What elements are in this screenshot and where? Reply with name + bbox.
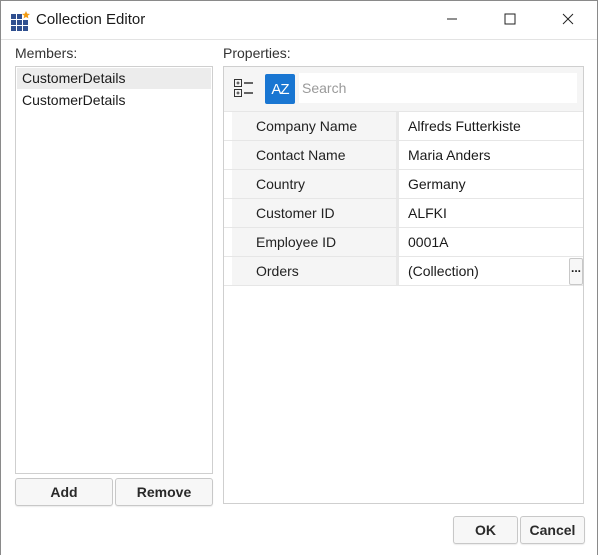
table-row[interactable]: Employee ID 0001A: [224, 228, 583, 257]
remove-button[interactable]: Remove: [115, 478, 213, 506]
row-gutter: [224, 199, 232, 227]
property-value[interactable]: Maria Anders: [402, 141, 583, 169]
table-row[interactable]: Orders (Collection) ...: [224, 257, 583, 286]
categorized-view-icon[interactable]: [233, 77, 255, 99]
property-name: Company Name: [232, 112, 399, 140]
member-item[interactable]: CustomerDetails: [17, 68, 211, 89]
row-gutter: [224, 112, 232, 140]
table-row[interactable]: Contact Name Maria Anders: [224, 141, 583, 170]
window-title: Collection Editor: [36, 11, 146, 28]
table-row[interactable]: Company Name Alfreds Futterkiste: [224, 111, 583, 141]
property-name: Contact Name: [232, 141, 399, 169]
property-name: Employee ID: [232, 228, 399, 256]
collection-value: (Collection): [408, 263, 479, 279]
add-button[interactable]: Add: [15, 478, 113, 506]
property-name: Customer ID: [232, 199, 399, 227]
maximize-icon: [504, 12, 516, 28]
search-input[interactable]: [299, 73, 577, 103]
row-gutter: [224, 170, 232, 198]
property-name: Country: [232, 170, 399, 198]
property-grid-toolbar: AZ: [224, 67, 583, 111]
property-value[interactable]: Germany: [402, 170, 583, 198]
property-value[interactable]: Alfreds Futterkiste: [402, 112, 583, 140]
dialog-body: Members: CustomerDetails CustomerDetails…: [1, 39, 597, 555]
property-value[interactable]: (Collection) ...: [402, 257, 583, 285]
close-button[interactable]: [539, 1, 597, 39]
sort-icon-text: AZ: [271, 80, 289, 98]
members-list[interactable]: CustomerDetails CustomerDetails: [15, 66, 213, 474]
minimize-button[interactable]: [423, 1, 481, 39]
ok-button[interactable]: OK: [453, 516, 518, 544]
cancel-button[interactable]: Cancel: [520, 516, 585, 544]
alphabetical-sort-icon[interactable]: AZ: [265, 74, 295, 104]
member-item[interactable]: CustomerDetails: [17, 90, 211, 111]
property-name: Orders: [232, 257, 399, 285]
property-value[interactable]: ALFKI: [402, 199, 583, 227]
table-row[interactable]: Customer ID ALFKI: [224, 199, 583, 228]
maximize-button[interactable]: [481, 1, 539, 39]
properties-label: Properties:: [223, 45, 291, 61]
table-row[interactable]: Country Germany: [224, 170, 583, 199]
row-gutter: [224, 228, 232, 256]
grid-app-icon: [11, 11, 31, 31]
property-rows: Company Name Alfreds Futterkiste Contact…: [224, 111, 583, 286]
close-icon: [562, 12, 574, 28]
collection-editor-button[interactable]: ...: [569, 258, 583, 285]
property-value[interactable]: 0001A: [402, 228, 583, 256]
property-grid: AZ Company Name Alfreds Futterkiste Cont…: [223, 66, 584, 504]
title-bar[interactable]: Collection Editor: [1, 1, 597, 39]
row-gutter: [224, 141, 232, 169]
collection-editor-window: Collection Editor Members: CustomerDetai…: [0, 0, 598, 555]
minimize-icon: [446, 12, 458, 28]
row-gutter: [224, 257, 232, 285]
members-label: Members:: [15, 45, 78, 61]
